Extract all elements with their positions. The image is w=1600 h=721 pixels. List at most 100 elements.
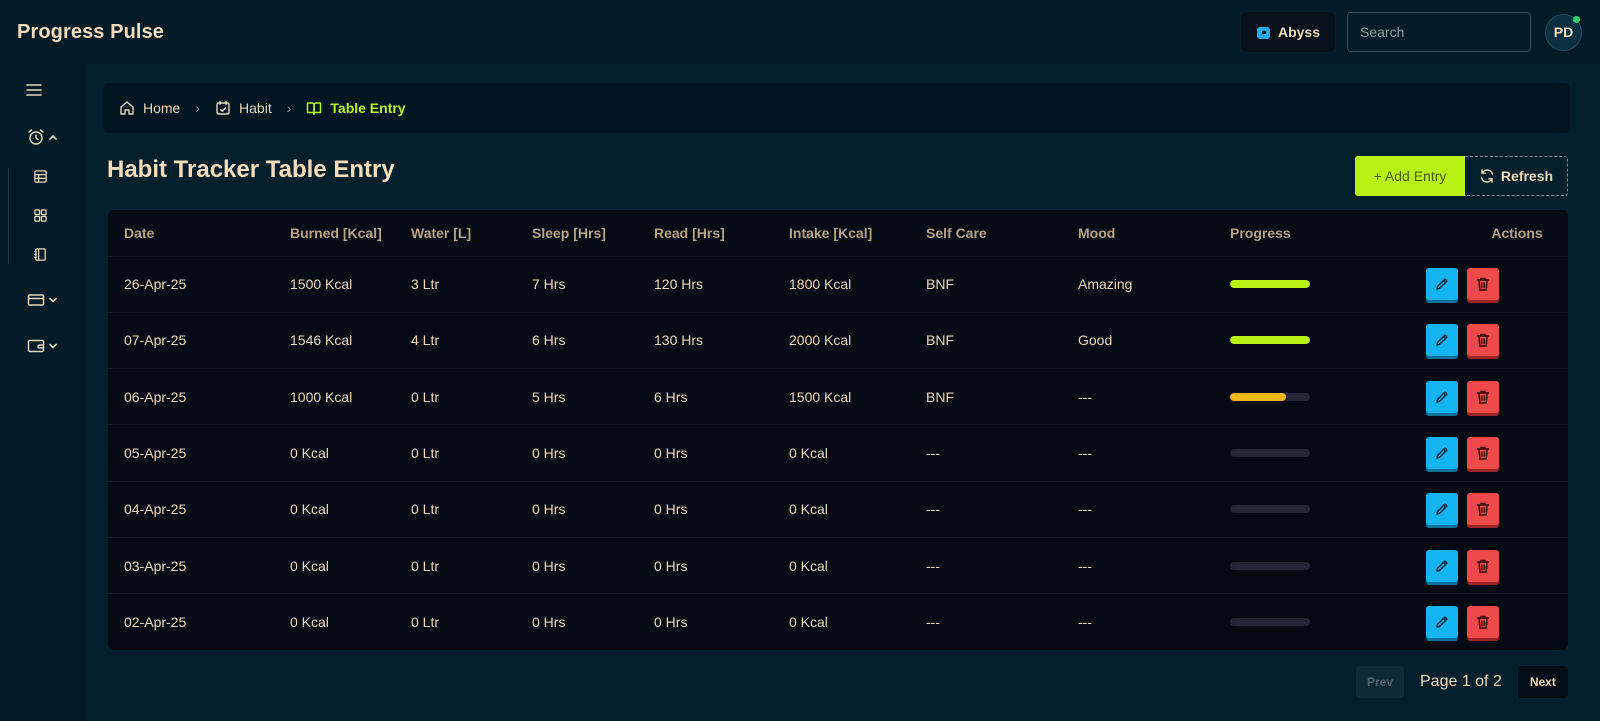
edit-button[interactable] (1426, 493, 1458, 526)
cell-burned: 0 Kcal (290, 481, 411, 538)
edit-button[interactable] (1426, 606, 1458, 639)
page-title: Habit Tracker Table Entry (107, 156, 395, 183)
alarm-clock-icon (27, 129, 44, 145)
cell-read: 0 Hrs (654, 614, 688, 631)
delete-button[interactable] (1467, 493, 1499, 526)
progress-bar (1230, 561, 1310, 570)
column-header-intake: Intake [Kcal] (789, 210, 926, 257)
cell-water: 0 Ltr (411, 481, 532, 538)
chevron-right-icon: › (286, 100, 292, 116)
delete-button[interactable] (1467, 549, 1499, 582)
chevron-up-icon (48, 134, 57, 140)
delete-button[interactable] (1467, 380, 1499, 413)
notebook-icon (33, 247, 46, 261)
trash-icon (1476, 390, 1490, 404)
cell-progress (1230, 424, 1426, 482)
page-indicator: Page 1 of 2 (1420, 673, 1502, 690)
cell-water: 3 Ltr (411, 256, 532, 313)
table-row: 26-Apr-25 1500 Kcal 3 Ltr 7 Hrs 120 Hrs 1800 … (108, 256, 1568, 313)
cell-date: 06-Apr-25 (108, 368, 290, 426)
progress-bar (1230, 392, 1310, 401)
trash-icon (1476, 277, 1490, 291)
cell-read: 0 Hrs (654, 481, 789, 538)
cell-actions (1426, 312, 1568, 370)
cell-date: 03-Apr-25 (108, 537, 290, 595)
pagination: Prev Page 1 of 2 Next (1356, 666, 1568, 698)
refresh-button[interactable]: Refresh (1465, 156, 1568, 196)
breadcrumb-home[interactable]: Home (119, 100, 180, 116)
table-row: 04-Apr-25 0 Kcal 0 Ltr 0 Hrs 0 Hrs 0 Kcal --- -… (108, 481, 1568, 538)
edit-button[interactable] (1426, 380, 1458, 413)
breadcrumb-habit[interactable]: Habit (215, 100, 272, 116)
delete-button[interactable] (1467, 606, 1499, 639)
delete-button[interactable] (1467, 437, 1499, 470)
trash-icon (1476, 334, 1490, 348)
credit-card-icon (27, 294, 44, 306)
theme-switch-button[interactable]: Abyss (1241, 12, 1335, 52)
avatar-initials: PD (1553, 24, 1574, 40)
add-entry-button[interactable]: + Add Entry (1355, 156, 1465, 196)
cell-actions (1426, 368, 1568, 426)
edit-button[interactable] (1426, 549, 1458, 582)
sidebar-item-grid[interactable] (31, 206, 49, 224)
column-header-read: Read [Hrs] (654, 210, 789, 257)
cell-mood: Amazing (1078, 256, 1230, 313)
column-header-water: Water [L] (411, 210, 532, 257)
trash-icon (1476, 446, 1490, 460)
next-page-button[interactable]: Next (1517, 666, 1568, 698)
cell-date: 07-Apr-25 (108, 312, 290, 370)
sidebar-item-notebook[interactable] (31, 245, 49, 263)
column-header-progress: Progress (1230, 210, 1426, 257)
cell-intake: 1500 Kcal (789, 368, 926, 426)
row-actions (1426, 493, 1568, 526)
cell-sleep: 7 Hrs (532, 256, 654, 313)
cell-burned: 0 Kcal (290, 537, 411, 595)
delete-button[interactable] (1467, 268, 1499, 301)
edit-button[interactable] (1426, 437, 1458, 470)
cell-read: 0 Hrs (654, 537, 789, 595)
chevron-down-icon (48, 343, 57, 349)
cell-progress (1230, 256, 1426, 313)
edit-button[interactable] (1426, 324, 1458, 357)
refresh-label: Refresh (1500, 168, 1554, 184)
theme-icon (1256, 27, 1270, 39)
search-input[interactable] (1347, 12, 1531, 52)
delete-button[interactable] (1467, 324, 1499, 357)
pencil-icon (1436, 390, 1448, 403)
book-open-icon (307, 102, 322, 115)
pencil-icon (1436, 447, 1448, 459)
column-header-mood: Mood (1078, 210, 1230, 257)
cell-date: 26-Apr-25 (108, 256, 290, 313)
sidebar-item-payments[interactable] (24, 290, 60, 310)
breadcrumb-current: Table Entry (306, 100, 406, 116)
trash-icon (1476, 503, 1490, 517)
row-actions (1426, 268, 1568, 301)
cell-water: 0 Ltr (411, 368, 532, 426)
edit-button[interactable] (1426, 268, 1458, 301)
sidebar-item-habit[interactable] (24, 127, 60, 147)
cell-progress (1230, 537, 1426, 595)
calendar-check-icon (216, 100, 230, 115)
cell-burned: 0 Kcal (290, 424, 411, 482)
cell-self-care: --- (926, 481, 1078, 538)
cell-burned: 1000 Kcal (290, 368, 411, 426)
column-header-burned: Burned [Kcal] (290, 210, 411, 257)
cell-progress (1230, 368, 1426, 426)
prev-page-button[interactable]: Prev (1356, 666, 1404, 698)
table-body: 26-Apr-25 1500 Kcal 3 Ltr 7 Hrs 120 Hrs 1800 … (108, 256, 1568, 650)
sidebar-item-wallet[interactable] (24, 336, 60, 356)
column-header-actions: Actions (1426, 210, 1568, 257)
menu-toggle-button[interactable] (25, 81, 43, 99)
cell-actions (1426, 481, 1568, 538)
cell-mood: --- (1078, 537, 1230, 595)
cell-actions (1426, 594, 1568, 650)
sidebar-item-table[interactable] (31, 167, 49, 185)
progress-bar (1230, 280, 1310, 289)
trash-icon (1476, 559, 1490, 573)
table-row: 06-Apr-25 1000 Kcal 0 Ltr 5 Hrs 6 Hrs 1500 Kc… (108, 368, 1568, 426)
avatar[interactable]: PD (1545, 13, 1582, 51)
table-row: 07-Apr-25 1546 Kcal 4 Ltr 6 Hrs 130 Hrs 2000 … (108, 312, 1568, 370)
breadcrumb-habit-label: Habit (239, 100, 272, 116)
progress-bar (1230, 336, 1310, 345)
chevron-right-icon: › (195, 100, 201, 116)
